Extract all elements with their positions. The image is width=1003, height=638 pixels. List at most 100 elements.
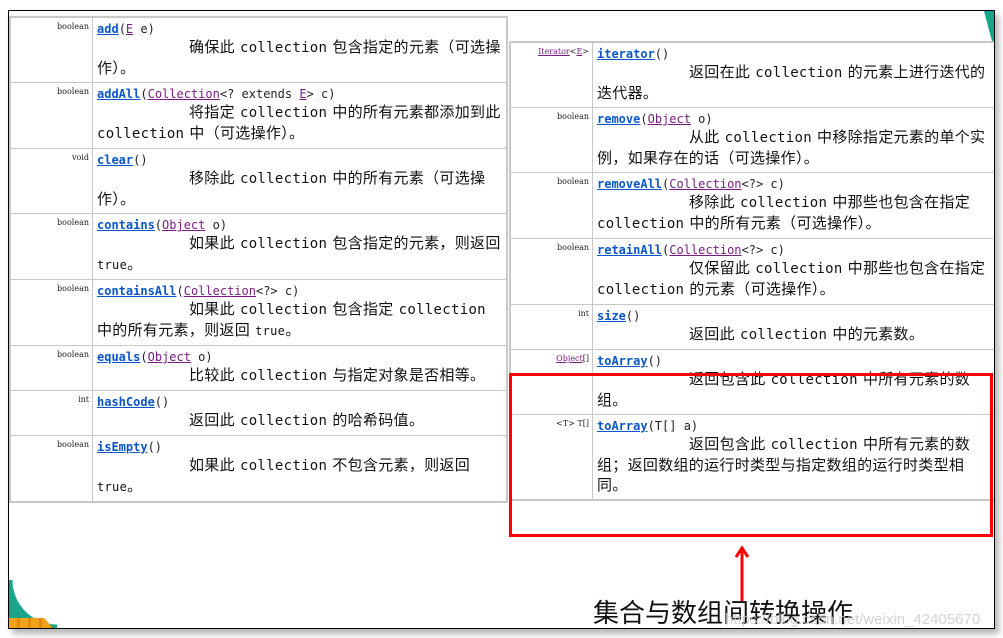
method-name-link[interactable]: iterator <box>597 47 655 61</box>
method-row: boolean containsAll(Collection<?> c) 如果此 c… <box>11 280 506 345</box>
method-signature: iterator() <box>597 46 990 62</box>
method-name-link[interactable]: hashCode <box>97 395 155 409</box>
method-description: 如果此 collection 包含指定 collection 中的所有元素，则返… <box>97 299 502 341</box>
method-detail: containsAll(Collection<?> c) 如果此 collecti… <box>93 280 506 345</box>
description-text: 返回包含此 <box>689 435 771 453</box>
method-name-link[interactable]: remove <box>597 112 640 126</box>
method-signature: toArray(T[] a) <box>597 418 990 434</box>
return-type: int <box>511 305 592 349</box>
method-detail: addAll(Collection<? extends E> c) 将指定 col… <box>93 83 506 148</box>
method-name-link[interactable]: isEmpty <box>97 440 148 454</box>
method-name-link[interactable]: containsAll <box>97 284 176 298</box>
description-text: collection <box>755 261 843 277</box>
method-row: boolean remove(Object o) 从此 collection 中移除… <box>511 108 994 172</box>
method-table-left: boolean add(E e) 确保此 collection 包含指定的元素（可选… <box>10 17 507 502</box>
return-type-text: int <box>578 309 589 318</box>
param-text: () <box>154 395 170 409</box>
method-name-link[interactable]: add <box>97 22 119 36</box>
method-name-link[interactable]: toArray <box>597 354 648 368</box>
param-text: ( <box>154 218 163 232</box>
return-type-text: boolean <box>57 284 89 293</box>
method-description: 返回包含此 collection 中所有元素的数组；返回数组的运行时类型与指定数… <box>597 434 990 495</box>
method-name-link[interactable]: clear <box>97 153 133 167</box>
param-type-link[interactable]: Object <box>148 350 191 364</box>
param-type-link[interactable]: Collection <box>184 284 256 298</box>
method-name-link[interactable]: removeAll <box>597 177 662 191</box>
param-text: > c) <box>306 87 336 101</box>
return-type-text: boolean <box>57 87 89 96</box>
method-detail: equals(Object o) 比较此 collection 与指定对象是否相等… <box>93 346 506 390</box>
return-type: boolean <box>11 436 92 501</box>
method-row: <T> T[] toArray(T[] a) 返回包含此 collection 中所… <box>511 415 994 499</box>
method-summary-right: Iterator<E> iterator() 返回在此 collection 的元素… <box>509 41 994 501</box>
return-type-link[interactable]: Object <box>556 354 583 363</box>
param-text: ( <box>176 284 184 298</box>
method-detail: remove(Object o) 从此 collection 中移除指定元素的单个… <box>593 108 994 172</box>
method-signature: containsAll(Collection<?> c) <box>97 283 502 299</box>
param-type-link[interactable]: Object <box>162 218 205 232</box>
description-text: 。 <box>285 321 301 339</box>
param-type-link[interactable]: Collection <box>669 177 741 191</box>
description-text: collection <box>239 105 328 121</box>
method-row: boolean contains(Object o) 如果此 collection … <box>11 214 506 279</box>
description-text: 与指定对象是否相等。 <box>327 366 486 384</box>
method-signature: isEmpty() <box>97 439 502 455</box>
method-description: 返回此 collection 的哈希码值。 <box>97 410 502 431</box>
description-text: 中那些也包含在指定 <box>842 259 986 277</box>
description-text: collection <box>597 216 685 232</box>
method-name-link[interactable]: equals <box>97 350 140 364</box>
description-text: 包含指定的元素，则返回 <box>327 234 501 252</box>
description-text: 的元素（可选操作）。 <box>684 280 835 298</box>
description-text: collection <box>739 195 828 211</box>
method-name-link[interactable]: addAll <box>97 87 140 101</box>
method-description: 如果此 collection 不包含元素，则返回 true。 <box>97 455 502 497</box>
method-signature: addAll(Collection<? extends E> c) <box>97 86 502 102</box>
description-text: 。 <box>127 255 143 273</box>
method-signature: equals(Object o) <box>97 349 502 365</box>
method-detail: contains(Object o) 如果此 collection 包含指定的元素… <box>93 214 506 279</box>
method-name-link[interactable]: toArray <box>597 419 648 433</box>
description-text: collection <box>239 171 328 187</box>
description-text: collection <box>398 302 486 318</box>
method-detail: iterator() 返回在此 collection 的元素上进行迭代的迭代器。 <box>593 43 994 107</box>
method-description: 返回包含此 collection 中所有元素的数组。 <box>597 369 990 410</box>
description-text: 移除此 <box>689 193 740 211</box>
method-description: 将指定 collection 中的所有元素都添加到此 collection 中（… <box>97 102 502 144</box>
return-type-text: <T> T[] <box>556 419 589 428</box>
method-signature: contains(Object o) <box>97 217 502 233</box>
method-detail: hashCode() 返回此 collection 的哈希码值。 <box>93 391 506 435</box>
method-description: 如果此 collection 包含指定的元素，则返回 true。 <box>97 233 502 275</box>
param-type-link[interactable]: Collection <box>148 87 220 101</box>
param-text: <?> c) <box>741 177 785 191</box>
return-type-text: boolean <box>557 177 589 186</box>
return-type-link[interactable]: Iterator <box>538 47 570 56</box>
param-text: <?> c) <box>255 284 300 298</box>
method-detail: removeAll(Collection<?> c) 移除此 collection… <box>593 173 994 238</box>
return-type: Object[] <box>511 350 592 414</box>
param-type-link[interactable]: Collection <box>669 243 741 257</box>
method-detail: toArray() 返回包含此 collection 中所有元素的数组。 <box>593 350 994 414</box>
method-signature: retainAll(Collection<?> c) <box>597 242 990 258</box>
return-type-text: [] <box>582 354 589 363</box>
method-name-link[interactable]: contains <box>97 218 155 232</box>
method-description: 移除此 collection 中的所有元素（可选操作）。 <box>97 168 502 209</box>
return-type: boolean <box>511 239 592 304</box>
method-name-link[interactable]: retainAll <box>597 243 662 257</box>
description-text: true <box>97 480 128 494</box>
method-name-link[interactable]: size <box>597 309 626 323</box>
description-text: 比较此 <box>189 366 240 384</box>
description-text: 返回此 <box>189 411 240 429</box>
param-type-link[interactable]: Object <box>648 112 691 126</box>
method-signature: size() <box>597 308 990 324</box>
description-text: true <box>255 324 286 338</box>
return-type-text: int <box>78 395 89 404</box>
return-type: boolean <box>11 346 92 390</box>
param-text: o) <box>190 350 213 364</box>
param-text: () <box>147 440 163 454</box>
description-text: collection <box>597 282 685 298</box>
description-text: 仅保留此 <box>689 259 756 277</box>
description-text: collection <box>239 368 328 384</box>
param-type-link[interactable]: E <box>299 87 306 101</box>
param-text: () <box>625 309 641 323</box>
method-row: void clear() 移除此 collection 中的所有元素（可选操作）。 <box>11 149 506 213</box>
